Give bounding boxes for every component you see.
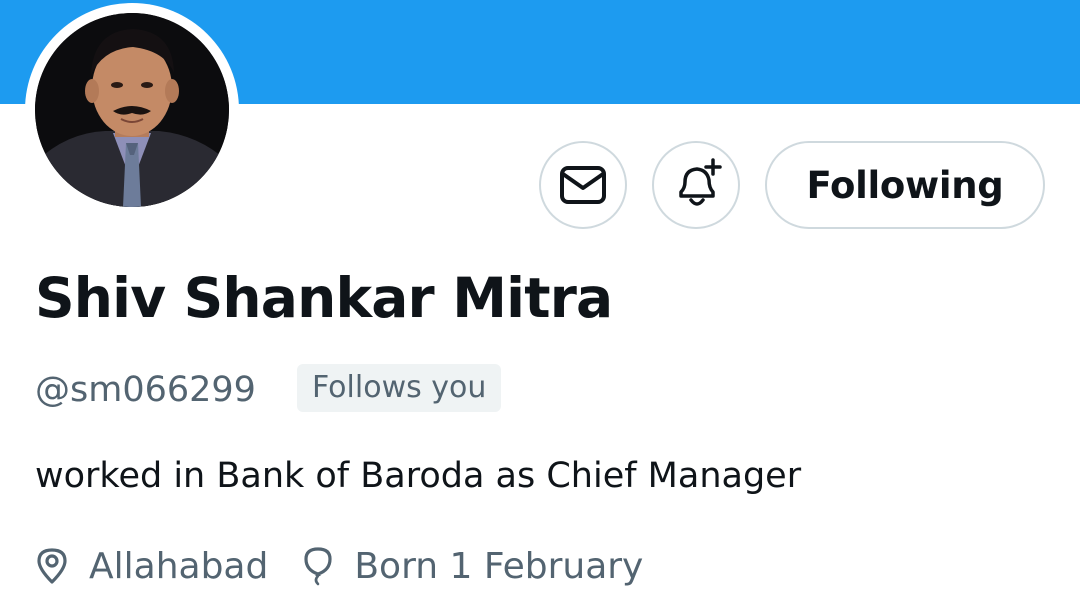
envelope-icon	[560, 166, 606, 204]
bell-plus-icon	[679, 158, 722, 206]
location-text: Allahabad	[89, 545, 269, 587]
user-handle: @sm066299	[35, 370, 256, 410]
location-item: Allahabad	[35, 546, 268, 587]
profile-page: Following Shiv Shankar Mitra @sm066299 F…	[0, 0, 1080, 607]
birthday-item: Born 1 February	[302, 546, 643, 587]
display-name: Shiv Shankar Mitra	[35, 266, 613, 330]
avatar-image	[35, 13, 229, 207]
birthday-text: Born 1 February	[354, 545, 644, 587]
balloon-icon	[302, 546, 334, 586]
location-pin-icon	[35, 547, 69, 585]
notify-button[interactable]	[652, 141, 740, 229]
profile-bio: worked in Bank of Baroda as Chief Manage…	[35, 456, 802, 496]
profile-meta: Allahabad Born 1 February	[35, 540, 643, 592]
following-button[interactable]: Following	[765, 141, 1045, 229]
follows-you-badge: Follows you	[297, 364, 502, 412]
avatar[interactable]	[35, 13, 229, 207]
message-button[interactable]	[539, 141, 627, 229]
